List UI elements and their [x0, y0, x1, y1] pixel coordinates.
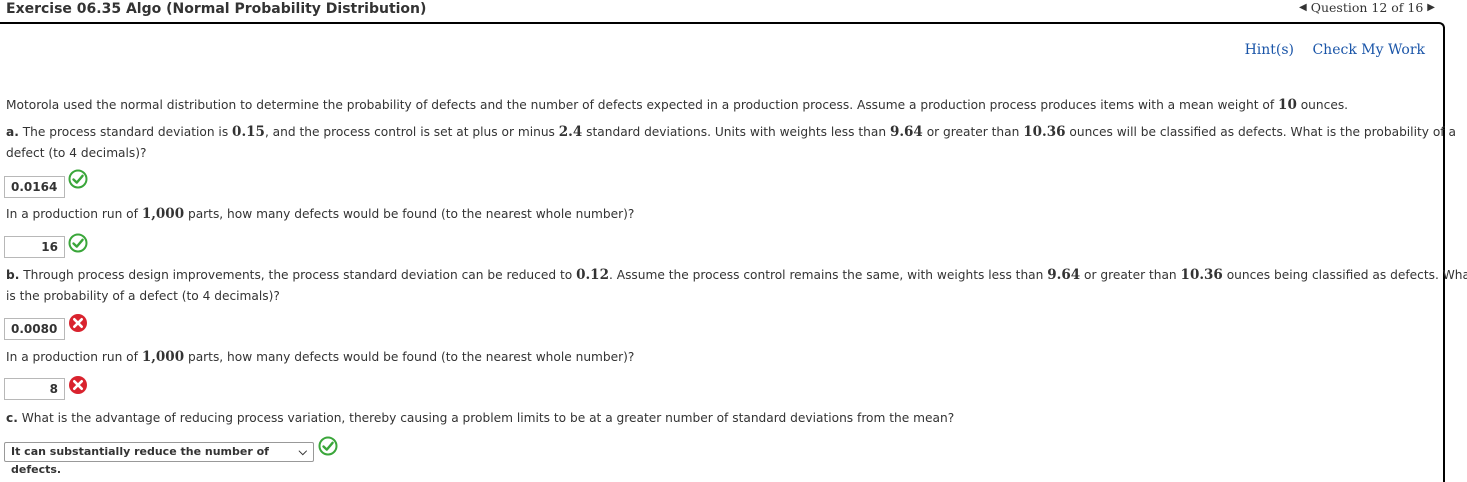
correct-check-icon — [68, 233, 88, 253]
correct-check-icon — [318, 436, 338, 456]
hints-link[interactable]: Hint(s) — [1245, 42, 1294, 58]
part-b-answer-input[interactable]: 0.0080 — [4, 318, 65, 340]
prev-question-icon[interactable]: ◀ — [1299, 2, 1307, 13]
exercise-header: Exercise 06.35 Algo (Normal Probability … — [0, 0, 1467, 22]
incorrect-x-icon — [69, 314, 87, 332]
question-counter: Question 12 of 16 — [1310, 0, 1424, 15]
correct-check-icon — [68, 169, 88, 189]
part-a-question: a. The process standard deviation is 0.1… — [6, 124, 1456, 140]
incorrect-x-icon — [69, 376, 87, 394]
chevron-down-icon: ⌵ — [298, 445, 307, 458]
part-b-defects-question: In a production run of 1,000 parts, how … — [6, 349, 635, 365]
part-a-answer-input[interactable]: 0.0164 — [4, 176, 65, 198]
part-a-question-line2: defect (to 4 decimals)? — [6, 146, 147, 160]
part-a-defects-question: In a production run of 1,000 parts, how … — [6, 206, 635, 222]
part-b-question: b. Through process design improvements, … — [6, 267, 1467, 283]
part-b-defects-answer-input[interactable]: 8 — [4, 378, 65, 400]
help-links: Hint(s) Check My Work — [1231, 42, 1425, 58]
question-navigator: ◀ Question 12 of 16 ▶ — [1299, 0, 1435, 15]
part-c-answer-dropdown[interactable]: It can substantially reduce the number o… — [4, 442, 314, 476]
exercise-title: Exercise 06.35 Algo (Normal Probability … — [6, 1, 427, 17]
part-b-question-line2: is the probability of a defect (to 4 dec… — [6, 289, 280, 303]
part-a-defects-answer-input[interactable]: 16 — [4, 236, 65, 258]
intro-text: Motorola used the normal distribution to… — [6, 97, 1349, 113]
part-c-question: c. What is the advantage of reducing pro… — [6, 411, 955, 425]
next-question-icon[interactable]: ▶ — [1427, 2, 1435, 13]
check-my-work-link[interactable]: Check My Work — [1312, 42, 1425, 58]
